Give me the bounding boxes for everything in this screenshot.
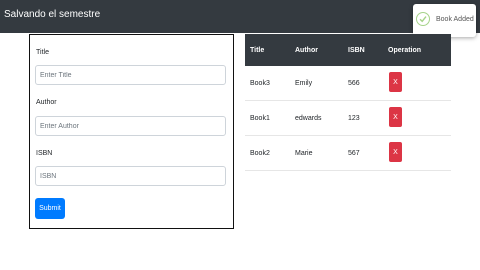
delete-button[interactable]: X xyxy=(389,142,402,162)
table-row: Book3 Emily 566 X xyxy=(245,66,451,101)
title-input[interactable] xyxy=(35,65,226,85)
toast-message: Book Added xyxy=(436,16,474,23)
cell-author: Marie xyxy=(295,150,313,157)
cell-author: edwards xyxy=(295,115,322,122)
navbar: Salvando el semestre xyxy=(0,0,480,33)
header-operation: Operation xyxy=(388,47,422,54)
check-circle-icon xyxy=(416,12,430,26)
header-author: Author xyxy=(295,47,318,54)
author-input[interactable] xyxy=(35,116,226,136)
navbar-brand[interactable]: Salvando el semestre xyxy=(4,9,100,20)
submit-button[interactable]: Submit xyxy=(35,198,65,219)
cell-title: Book3 xyxy=(250,80,270,87)
cell-author: Emily xyxy=(295,80,313,87)
isbn-input[interactable] xyxy=(35,166,226,186)
title-label: Title xyxy=(36,49,49,56)
isbn-label: ISBN xyxy=(36,150,53,157)
cell-isbn: 123 xyxy=(348,115,360,122)
table-row: Book2 Marie 567 X xyxy=(245,136,451,171)
table-header: Title Author ISBN Operation xyxy=(245,34,451,66)
cell-title: Book2 xyxy=(250,150,270,157)
table-row: Book1 edwards 123 X xyxy=(245,101,451,136)
header-isbn: ISBN xyxy=(348,47,365,54)
toast-notification: Book Added xyxy=(413,4,476,37)
cell-isbn: 566 xyxy=(348,80,360,87)
header-title: Title xyxy=(250,47,265,54)
delete-button[interactable]: X xyxy=(389,72,402,92)
delete-button[interactable]: X xyxy=(389,107,402,127)
author-label: Author xyxy=(36,99,57,106)
book-form: Title Author ISBN Submit xyxy=(29,34,234,229)
cell-title: Book1 xyxy=(250,115,270,122)
cell-isbn: 567 xyxy=(348,150,360,157)
